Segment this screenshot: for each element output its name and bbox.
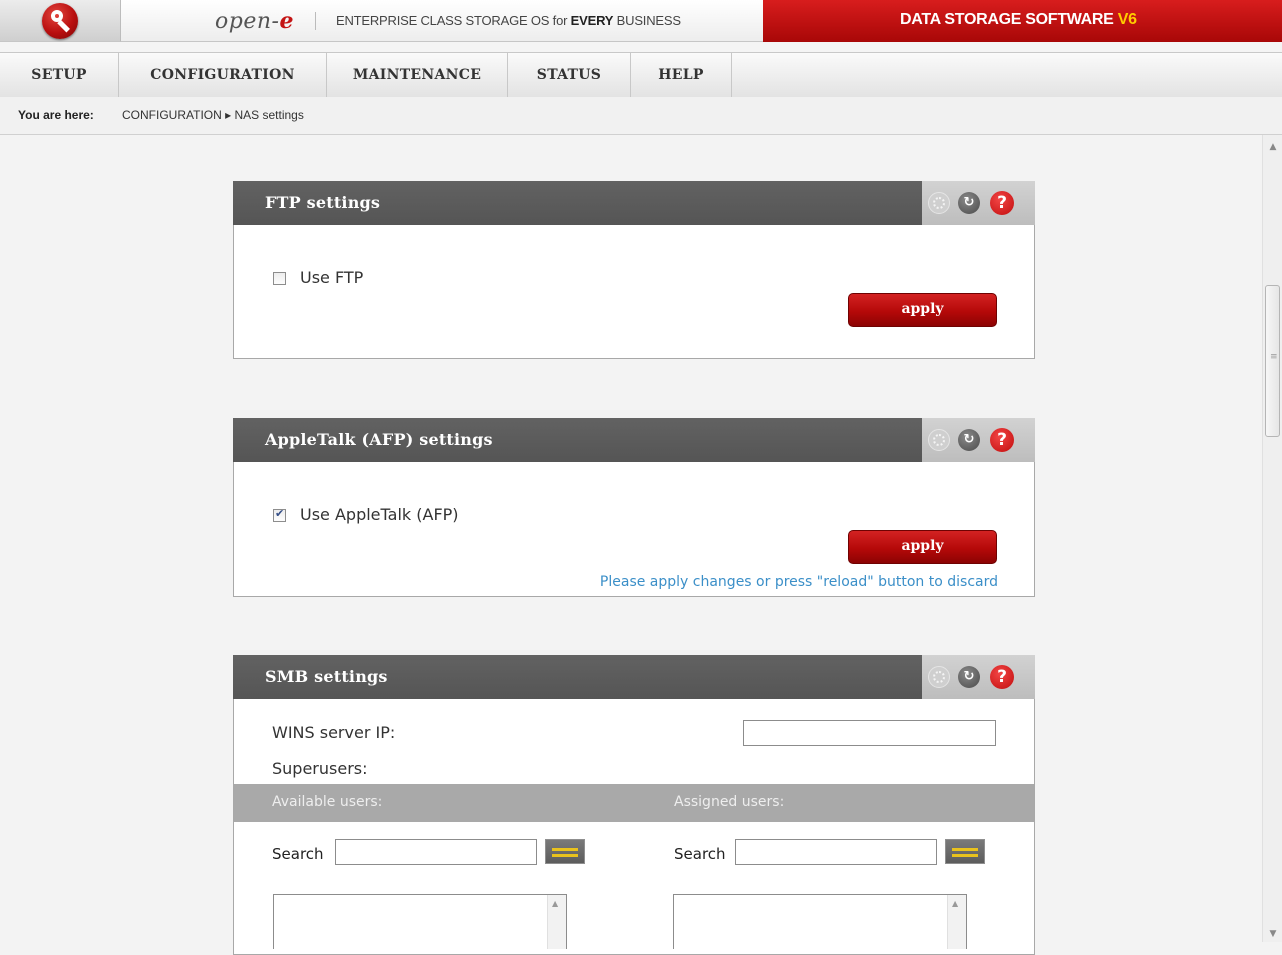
afp-apply-button[interactable]: apply: [848, 530, 997, 564]
assigned-users-search-input[interactable]: [735, 839, 937, 865]
help-icon[interactable]: ?: [990, 428, 1014, 452]
scroll-thumb[interactable]: ≡: [1265, 285, 1280, 437]
nav-item-configuration[interactable]: CONFIGURATION: [119, 53, 327, 97]
use-afp-checkbox[interactable]: [273, 507, 286, 522]
loading-icon: [928, 666, 950, 688]
smb-settings-panel: SMB settings ↻ ? WINS server IP: Superus…: [233, 655, 1035, 955]
product-banner: DATA STORAGE SOFTWARE V6: [763, 0, 1282, 42]
nav-item-maintenance[interactable]: MAINTENANCE: [327, 53, 508, 97]
help-icon[interactable]: ?: [990, 191, 1014, 215]
nav-item-help[interactable]: HELP: [631, 53, 732, 97]
nav-item-status[interactable]: STATUS: [508, 53, 631, 97]
scroll-up-arrow-icon[interactable]: ▲: [1267, 141, 1279, 153]
scroll-up-arrow-icon[interactable]: ▲: [552, 899, 558, 908]
ftp-settings-panel: FTP settings ↻ ? Use FTP apply: [233, 181, 1035, 359]
panel-icon-group: ↻ ?: [922, 181, 1035, 225]
brand-divider: [315, 12, 316, 30]
page-scrollbar[interactable]: ▲ ≡ ▼: [1262, 135, 1282, 942]
use-ftp-label: Use FTP: [300, 268, 364, 287]
users-subheader: Available users: Assigned users:: [234, 784, 1034, 822]
breadcrumb-lead: You are here:: [18, 108, 94, 122]
assigned-search-label: Search: [674, 845, 726, 863]
available-search-label: Search: [272, 845, 324, 863]
transfer-arrows-icon[interactable]: [945, 839, 985, 864]
panel-title: AppleTalk (AFP) settings: [265, 430, 493, 449]
panel-header: SMB settings ↻ ?: [233, 655, 1035, 699]
wins-server-ip-label: WINS server IP:: [272, 723, 396, 742]
ftp-apply-button[interactable]: apply: [848, 293, 997, 327]
afp-settings-panel: AppleTalk (AFP) settings ↻ ? Use AppleTa…: [233, 418, 1035, 597]
reload-icon[interactable]: ↻: [958, 192, 980, 214]
help-icon[interactable]: ?: [990, 665, 1014, 689]
breadcrumb-trail[interactable]: CONFIGURATION ▸ NAS settings: [122, 97, 304, 133]
grip-icon: ≡: [1270, 352, 1278, 362]
panel-title: SMB settings: [265, 667, 388, 686]
panel-title: FTP settings: [265, 193, 381, 212]
wins-server-ip-input[interactable]: [743, 720, 996, 746]
use-ftp-checkbox[interactable]: [273, 272, 286, 285]
available-users-list[interactable]: ▲: [273, 894, 567, 949]
panel-icon-group: ↻ ?: [922, 655, 1035, 699]
brand-bar: open-e ENTERPRISE CLASS STORAGE OS for E…: [121, 0, 763, 42]
assigned-users-heading: Assigned users:: [674, 794, 785, 810]
brand-tagline: ENTERPRISE CLASS STORAGE OS for EVERY BU…: [336, 13, 681, 28]
nav-item-setup[interactable]: SETUP: [0, 53, 119, 97]
top-header: open-e ENTERPRISE CLASS STORAGE OS for E…: [0, 0, 1282, 60]
panel-header: AppleTalk (AFP) settings ↻ ?: [233, 418, 1035, 462]
loading-icon: [928, 192, 950, 214]
reload-icon[interactable]: ↻: [958, 666, 980, 688]
key-icon: [42, 3, 78, 39]
panel-header: FTP settings ↻ ?: [233, 181, 1035, 225]
use-afp-label: Use AppleTalk (AFP): [300, 505, 459, 524]
reload-icon[interactable]: ↻: [958, 429, 980, 451]
brand-logo: open-e: [215, 8, 294, 34]
breadcrumb: You are here: CONFIGURATION ▸ NAS settin…: [0, 97, 1282, 135]
unsaved-changes-notice: Please apply changes or press "reload" b…: [599, 574, 998, 590]
product-title: DATA STORAGE SOFTWARE V6: [900, 11, 1137, 28]
logo-cell[interactable]: [0, 0, 121, 42]
superusers-label: Superusers:: [272, 759, 368, 778]
scroll-down-arrow-icon[interactable]: ▼: [1267, 928, 1279, 940]
available-users-search-input[interactable]: [335, 839, 537, 865]
available-users-heading: Available users:: [272, 794, 383, 810]
main-nav: SETUP CONFIGURATION MAINTENANCE STATUS H…: [0, 52, 1282, 98]
scroll-up-arrow-icon[interactable]: ▲: [952, 899, 958, 908]
panel-icon-group: ↻ ?: [922, 418, 1035, 462]
assigned-users-list[interactable]: ▲: [673, 894, 967, 949]
loading-icon: [928, 429, 950, 451]
transfer-arrows-icon[interactable]: [545, 839, 585, 864]
